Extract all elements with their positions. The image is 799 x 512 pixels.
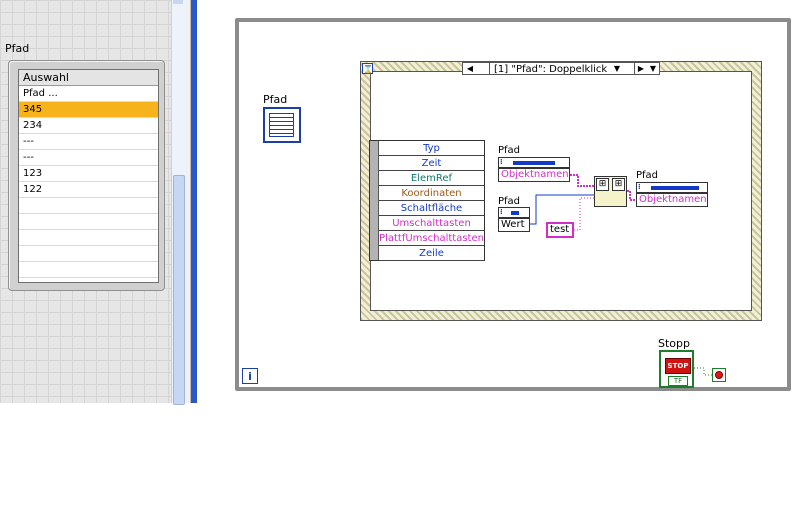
pink-wire <box>627 190 636 201</box>
tf-indicator: TF <box>668 376 688 386</box>
green-wire <box>694 367 712 376</box>
pink-wire <box>570 174 594 187</box>
stop-condition-terminal[interactable] <box>712 368 726 382</box>
pink-wire <box>574 197 594 231</box>
stop-button-icon: STOP <box>665 358 691 374</box>
wires <box>530 174 712 376</box>
stop-condition-icon <box>715 371 723 379</box>
stop-label: Stopp <box>658 337 690 350</box>
blue-wire <box>530 194 594 225</box>
stop-button-terminal[interactable]: STOP TF <box>659 350 694 388</box>
